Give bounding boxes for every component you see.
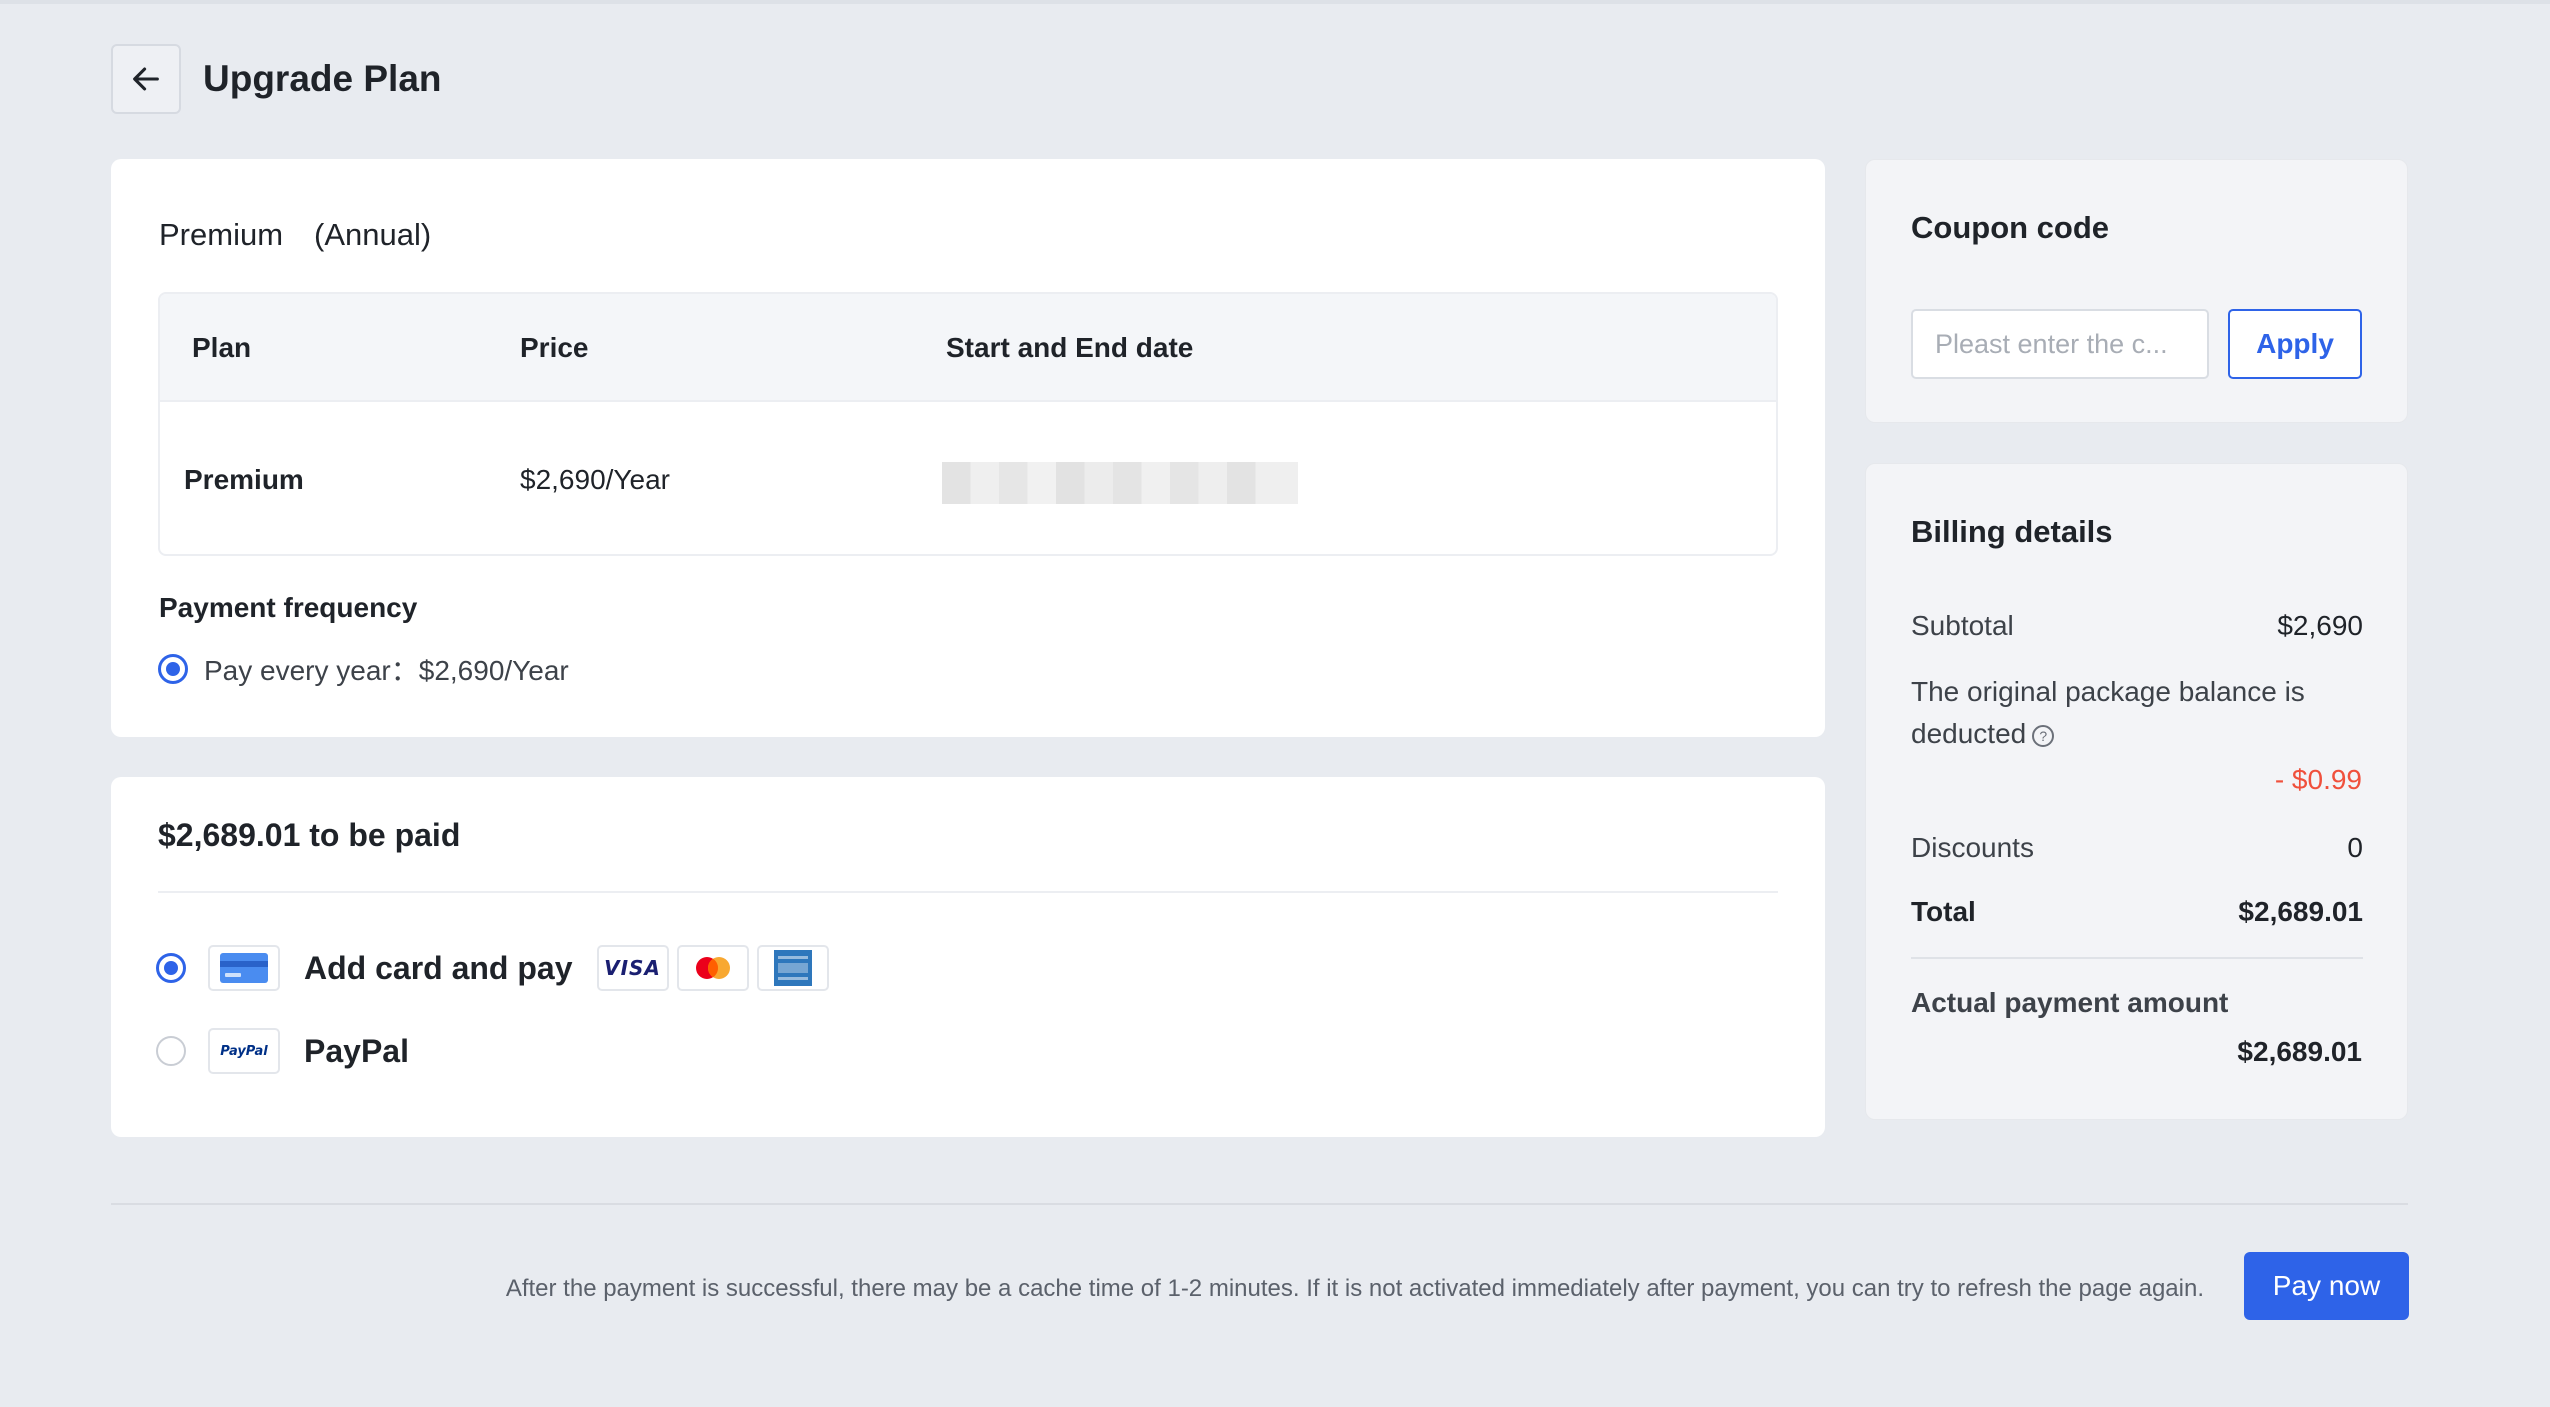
footer-note: After the payment is successful, there m…	[505, 1275, 2204, 1302]
subtotal-row: Subtotal $2,690	[1911, 610, 2363, 642]
coupon-card: Coupon code Apply	[1865, 159, 2408, 423]
footer-divider	[111, 1203, 2408, 1205]
top-border	[0, 0, 2550, 4]
payment-frequency-label: Payment frequency	[159, 592, 418, 623]
amex-icon	[756, 945, 829, 991]
help-icon[interactable]: ?	[2032, 724, 2055, 747]
divider	[1911, 957, 2363, 959]
total-row: Total $2,689.01	[1911, 896, 2363, 928]
frequency-option-yearly[interactable]: Pay every year：$2,690/Year	[158, 649, 569, 689]
pay-now-button[interactable]: Pay now	[2244, 1252, 2409, 1320]
arrow-left-icon	[133, 67, 159, 91]
credit-card-icon	[208, 945, 280, 991]
payment-card: $2,689.01 to be paid Add card and pay VI…	[111, 777, 1825, 1137]
plan-card: Premium (Annual) Plan Price Start and En…	[111, 159, 1825, 737]
visa-icon: VISA	[596, 945, 669, 991]
page-title: Upgrade Plan	[203, 58, 442, 99]
cell-plan: Premium	[184, 464, 304, 495]
mastercard-icon	[676, 945, 749, 991]
plan-table: Plan Price Start and End date Premium $2…	[158, 292, 1778, 556]
subtotal-label: Subtotal	[1911, 610, 2014, 641]
subtotal-value: $2,690	[2277, 610, 2363, 641]
payment-method-card[interactable]: Add card and pay VISA	[156, 945, 837, 991]
payment-method-paypal[interactable]: PayPal PayPal	[156, 1028, 433, 1074]
discounts-row: Discounts 0	[1911, 832, 2363, 864]
total-value: $2,689.01	[2238, 896, 2363, 927]
paypal-icon: PayPal	[208, 1028, 280, 1074]
apply-button[interactable]: Apply	[2228, 309, 2362, 379]
back-button[interactable]	[111, 44, 181, 114]
discounts-value: 0	[2347, 832, 2363, 863]
divider	[158, 891, 1778, 893]
billing-card: Billing details Subtotal $2,690 The orig…	[1865, 463, 2408, 1120]
paypal-radio[interactable]	[156, 1036, 186, 1066]
column-header-dates: Start and End date	[946, 332, 1194, 363]
coupon-title: Coupon code	[1911, 210, 2110, 245]
balance-label: The original package balance is deducted	[1911, 676, 2305, 749]
cell-dates-redacted	[942, 462, 1298, 504]
balance-value: - $0.99	[2274, 764, 2362, 795]
billing-title: Billing details	[1911, 514, 2113, 549]
coupon-input[interactable]	[1911, 309, 2209, 379]
page-header: Upgrade Plan	[111, 44, 442, 114]
cell-price: $2,690/Year	[520, 464, 670, 495]
frequency-option-label: Pay every year：$2,690/Year	[204, 655, 569, 686]
frequency-radio[interactable]	[158, 654, 188, 684]
actual-payment-value: $2,689.01	[2237, 1036, 2362, 1067]
card-radio[interactable]	[156, 953, 186, 983]
amount-due: $2,689.01 to be paid	[158, 817, 461, 853]
column-header-plan: Plan	[192, 332, 252, 363]
actual-payment-label: Actual payment amount	[1911, 987, 2229, 1018]
total-label: Total	[1911, 896, 1976, 927]
paypal-method-label: PayPal	[304, 1032, 409, 1069]
balance-deduction-row: The original package balance is deducted…	[1911, 671, 2331, 755]
plan-title: Premium (Annual)	[159, 217, 432, 252]
column-header-price: Price	[520, 332, 589, 363]
card-method-label: Add card and pay	[304, 949, 573, 986]
discounts-label: Discounts	[1911, 832, 2034, 863]
